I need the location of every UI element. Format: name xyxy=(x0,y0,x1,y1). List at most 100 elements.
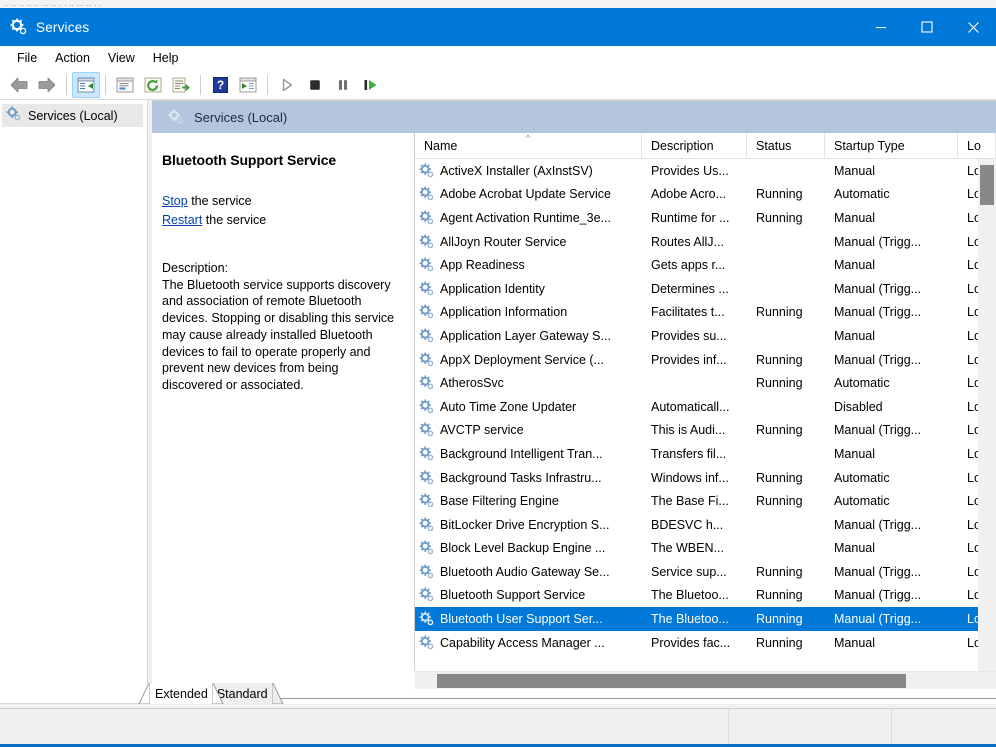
service-gear-icon xyxy=(419,186,435,202)
table-row[interactable]: AppX Deployment Service (...Provides inf… xyxy=(415,348,996,372)
cell-name: AtherosSvc xyxy=(415,375,642,391)
stop-service-link-row: Stop the service xyxy=(162,192,401,211)
table-row[interactable]: AllJoyn Router ServiceRoutes AllJ...Manu… xyxy=(415,230,996,254)
sidebar-item-services-local[interactable]: Services (Local) xyxy=(2,104,143,127)
cell-startup-text: Manual (Trigg... xyxy=(834,588,921,602)
help-icon[interactable]: ? xyxy=(206,72,234,98)
window-controls xyxy=(858,8,996,46)
cell-name-text: Bluetooth Support Service xyxy=(440,588,585,602)
cell-startup: Manual (Trigg... xyxy=(825,282,958,296)
cell-name-text: Application Information xyxy=(440,305,567,319)
column-header-description[interactable]: Description xyxy=(642,133,747,159)
column-header-status[interactable]: Status xyxy=(747,133,825,159)
refresh-icon[interactable] xyxy=(139,72,167,98)
properties-icon[interactable] xyxy=(111,72,139,98)
table-row[interactable]: Agent Activation Runtime_3e...Runtime fo… xyxy=(415,206,996,230)
cell-startup-text: Manual (Trigg... xyxy=(834,565,921,579)
cell-name: Application Layer Gateway S... xyxy=(415,328,642,344)
cell-description: The Bluetoo... xyxy=(642,612,747,626)
cell-name: Bluetooth Support Service xyxy=(415,587,642,603)
table-row[interactable]: Capability Access Manager ...Provides fa… xyxy=(415,631,996,655)
services-gear-icon xyxy=(6,106,22,125)
show-hide-console-tree-icon[interactable] xyxy=(72,72,100,98)
cell-status: Running xyxy=(747,565,825,579)
pane-header: Services (Local) xyxy=(152,101,996,133)
cell-name: App Readiness xyxy=(415,257,642,273)
table-row[interactable]: BitLocker Drive Encryption S...BDESVC h.… xyxy=(415,513,996,537)
menu-item-action[interactable]: Action xyxy=(46,49,99,68)
cell-status-text: Running xyxy=(756,612,803,626)
cell-name: AVCTP service xyxy=(415,422,642,438)
tab-standard-label: Standard xyxy=(217,687,268,701)
cell-startup-text: Manual xyxy=(834,447,875,461)
close-icon[interactable] xyxy=(950,8,996,46)
cell-description: The Bluetoo... xyxy=(642,588,747,602)
service-gear-icon xyxy=(419,399,435,415)
table-row[interactable]: AVCTP serviceThis is Audi...RunningManua… xyxy=(415,419,996,443)
pause-service-icon[interactable] xyxy=(329,72,357,98)
column-header-startup[interactable]: Startup Type xyxy=(825,133,958,159)
table-row[interactable]: Background Intelligent Tran...Transfers … xyxy=(415,442,996,466)
cell-description: BDESVC h... xyxy=(642,518,747,532)
stop-service-icon[interactable] xyxy=(301,72,329,98)
forward-icon[interactable] xyxy=(33,72,61,98)
cell-description-text: Facilitates t... xyxy=(651,305,725,319)
table-row[interactable]: Base Filtering EngineThe Base Fi...Runni… xyxy=(415,489,996,513)
table-row[interactable]: Background Tasks Infrastru...Windows inf… xyxy=(415,466,996,490)
start-service-icon[interactable] xyxy=(273,72,301,98)
tab-left-edge xyxy=(138,683,150,704)
table-row[interactable]: Adobe Acrobat Update ServiceAdobe Acro..… xyxy=(415,183,996,207)
table-row[interactable]: Block Level Backup Engine ...The WBEN...… xyxy=(415,537,996,561)
table-row[interactable]: AtherosSvcRunningAutomaticLo xyxy=(415,371,996,395)
restart-service-link[interactable]: Restart xyxy=(162,213,202,227)
menu-item-file[interactable]: File xyxy=(8,49,46,68)
cell-name: BitLocker Drive Encryption S... xyxy=(415,517,642,533)
cell-startup: Automatic xyxy=(825,471,958,485)
table-row[interactable]: Application Layer Gateway S...Provides s… xyxy=(415,324,996,348)
cell-name-text: Bluetooth User Support Ser... xyxy=(440,612,603,626)
restart-service-icon[interactable] xyxy=(357,72,385,98)
table-row[interactable]: Application InformationFacilitates t...R… xyxy=(415,301,996,325)
table-row[interactable]: Auto Time Zone UpdaterAutomaticall...Dis… xyxy=(415,395,996,419)
cell-description-text: Provides Us... xyxy=(651,164,729,178)
restart-service-link-row: Restart the service xyxy=(162,211,401,230)
column-header-logon[interactable]: Lo xyxy=(958,133,996,159)
back-icon[interactable] xyxy=(5,72,33,98)
service-description-block: Description: The Bluetooth service suppo… xyxy=(162,260,401,394)
show-action-pane-icon[interactable] xyxy=(234,72,262,98)
background-window-sliver: .. .. .. .. .. ... .. . . .. ... .. . . xyxy=(0,0,996,8)
cell-status-text: Running xyxy=(756,565,803,579)
cell-startup-text: Automatic xyxy=(834,376,890,390)
cell-startup-text: Manual (Trigg... xyxy=(834,282,921,296)
table-row[interactable]: Application IdentityDetermines ...Manual… xyxy=(415,277,996,301)
table-row[interactable]: ActiveX Installer (AxInstSV)Provides Us.… xyxy=(415,159,996,183)
table-row[interactable]: Bluetooth Audio Gateway Se...Service sup… xyxy=(415,560,996,584)
table-row-selected[interactable]: Bluetooth User Support Ser... The Bluetoo… xyxy=(415,607,996,631)
cell-startup: Automatic xyxy=(825,376,958,390)
table-row[interactable]: Bluetooth Support ServiceThe Bluetoo...R… xyxy=(415,584,996,608)
vertical-scrollbar-thumb[interactable] xyxy=(980,165,994,205)
cell-description: The WBEN... xyxy=(642,541,747,555)
cell-name-text: Agent Activation Runtime_3e... xyxy=(440,211,611,225)
status-divider xyxy=(728,709,729,745)
column-header-label: Description xyxy=(651,139,714,153)
cell-name: Bluetooth User Support Ser... xyxy=(415,611,642,627)
cell-startup: Manual (Trigg... xyxy=(825,518,958,532)
list-header: ^Name Description StatusStartup TypeLo xyxy=(415,133,996,159)
cell-description-text: The Base Fi... xyxy=(651,494,729,508)
export-list-icon[interactable] xyxy=(167,72,195,98)
tab-extended[interactable]: Extended xyxy=(145,683,214,704)
minimize-icon[interactable] xyxy=(858,8,904,46)
description-label: Description: xyxy=(162,260,401,277)
vertical-scrollbar[interactable] xyxy=(978,159,996,671)
cell-startup: Manual xyxy=(825,211,958,225)
table-row[interactable]: App ReadinessGets apps r...ManualLo xyxy=(415,253,996,277)
cell-name: Background Intelligent Tran... xyxy=(415,446,642,462)
cell-startup-text: Manual xyxy=(834,329,875,343)
cell-startup-text: Manual xyxy=(834,211,875,225)
menu-item-help[interactable]: Help xyxy=(144,49,188,68)
maximize-icon[interactable] xyxy=(904,8,950,46)
menu-item-view[interactable]: View xyxy=(99,49,144,68)
column-header-name[interactable]: ^Name xyxy=(415,133,642,159)
stop-service-link[interactable]: Stop xyxy=(162,194,188,208)
